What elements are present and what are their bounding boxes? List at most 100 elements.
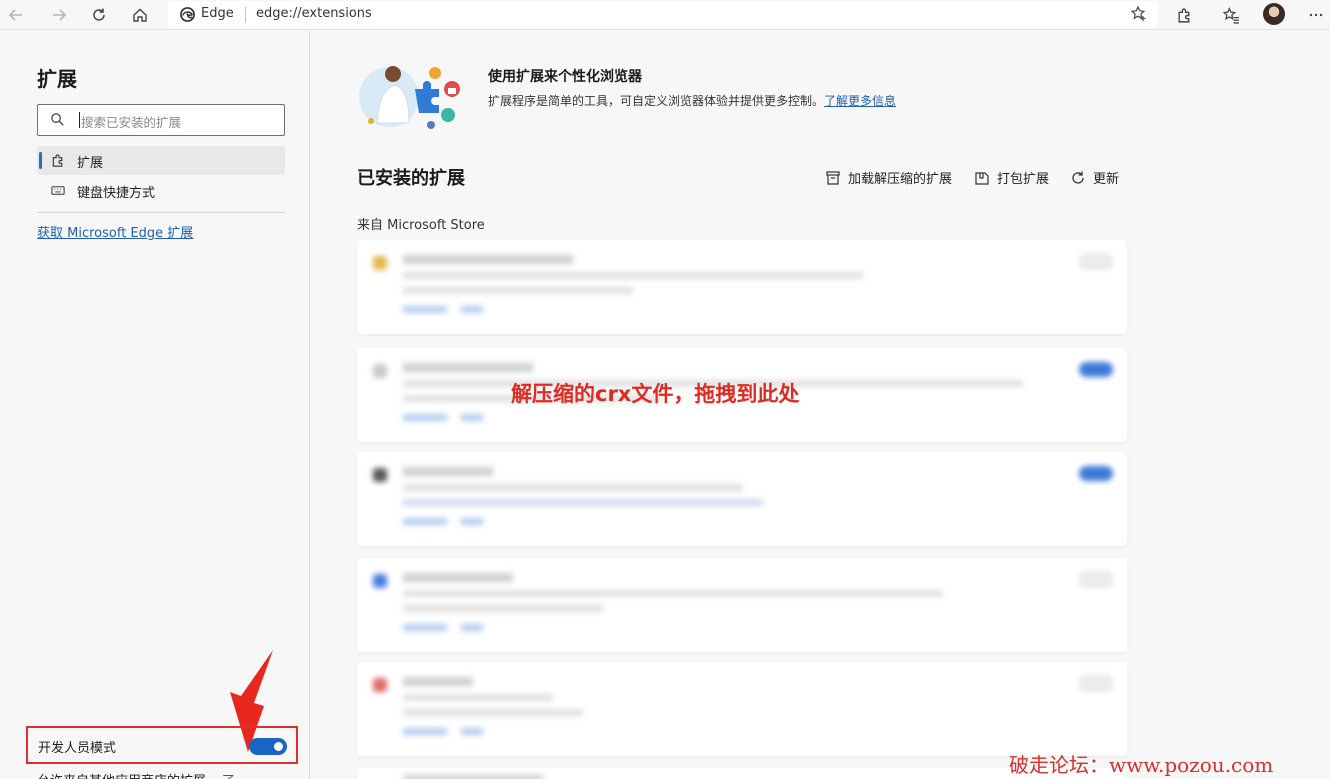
more-menu-button[interactable] bbox=[1304, 3, 1328, 27]
extension-icon bbox=[373, 574, 387, 588]
blurred-name bbox=[403, 573, 513, 582]
home-icon bbox=[133, 8, 147, 22]
search-placeholder: 搜索已安装的扩展 bbox=[81, 115, 182, 130]
blurred-desc bbox=[403, 605, 603, 612]
extension-card bbox=[357, 452, 1127, 546]
allow-other-stores-label: 允许来自其他应用商店的扩展。 bbox=[37, 770, 219, 779]
back-button[interactable] bbox=[4, 3, 28, 27]
main-content: 使用扩展来个性化浏览器 扩展程序是简单的工具，可自定义浏览器体验并提供更多控制。… bbox=[311, 31, 1330, 779]
sidebar-item-label: 键盘快捷方式 bbox=[77, 186, 156, 201]
get-extensions-link[interactable]: 获取 Microsoft Edge 扩展 bbox=[37, 222, 193, 241]
search-icon bbox=[51, 113, 64, 126]
extension-toggle bbox=[1079, 466, 1113, 481]
extension-card bbox=[357, 662, 1127, 756]
home-button[interactable] bbox=[128, 3, 152, 27]
blurred-desc bbox=[403, 272, 863, 279]
extension-icon bbox=[373, 256, 387, 270]
address-url: edge://extensions bbox=[256, 6, 372, 21]
refresh-button[interactable] bbox=[87, 3, 111, 27]
hero-description: 扩展程序是简单的工具，可自定义浏览器体验并提供更多控制。了解更多信息 bbox=[488, 92, 896, 109]
sidebar-item-keyboard-shortcuts[interactable]: 键盘快捷方式 bbox=[37, 176, 285, 205]
sidebar-divider bbox=[37, 212, 285, 213]
toggle-knob bbox=[274, 742, 283, 751]
sidebar-title: 扩展 bbox=[37, 67, 77, 91]
refresh-icon bbox=[1072, 171, 1084, 184]
blurred-name bbox=[403, 363, 533, 372]
blurred-link bbox=[461, 306, 483, 313]
extension-icon bbox=[373, 364, 387, 378]
extensions-illustration-icon bbox=[359, 66, 460, 129]
installed-extensions-title: 已安装的扩展 bbox=[357, 168, 465, 189]
blurred-name bbox=[403, 774, 543, 779]
add-favorite-icon[interactable] bbox=[1130, 5, 1148, 23]
extension-card bbox=[357, 558, 1127, 652]
extension-toggle bbox=[1079, 572, 1113, 587]
blurred-content bbox=[357, 240, 1127, 334]
hero-title: 使用扩展来个性化浏览器 bbox=[488, 69, 642, 85]
extension-card bbox=[357, 240, 1127, 334]
blurred-link bbox=[403, 414, 447, 421]
blurred-link bbox=[403, 728, 447, 735]
favorites-button[interactable] bbox=[1219, 3, 1243, 27]
blurred-name bbox=[403, 255, 573, 264]
blurred-content bbox=[357, 558, 1127, 652]
blurred-link bbox=[461, 518, 483, 525]
blurred-desc bbox=[403, 287, 633, 294]
blurred-link bbox=[403, 518, 447, 525]
extension-toggle bbox=[1079, 676, 1113, 691]
edge-logo-icon bbox=[180, 7, 195, 22]
puzzle-icon bbox=[52, 154, 63, 167]
forward-arrow-icon bbox=[53, 9, 67, 21]
watermark: 破走论坛：www.pozou.com bbox=[1009, 753, 1274, 777]
developer-mode-label: 开发人员模式 bbox=[38, 741, 117, 756]
extension-icon bbox=[373, 678, 387, 692]
blurred-desc bbox=[403, 484, 743, 491]
text-caret bbox=[79, 112, 80, 128]
sidebar-item-label: 扩展 bbox=[77, 156, 104, 171]
blurred-name bbox=[403, 467, 493, 476]
blurred-desc bbox=[403, 709, 583, 716]
source-label: 来自 Microsoft Store bbox=[357, 218, 485, 233]
sidebar-item-extensions[interactable]: 扩展 bbox=[37, 146, 285, 175]
more-dots-icon bbox=[1309, 13, 1323, 17]
blurred-content bbox=[357, 452, 1127, 546]
active-indicator bbox=[39, 152, 42, 169]
blurred-link bbox=[403, 624, 447, 631]
package-icon bbox=[975, 171, 989, 185]
search-input[interactable]: 搜索已安装的扩展 bbox=[37, 104, 285, 136]
profile-avatar[interactable] bbox=[1263, 3, 1285, 25]
load-unpacked-label: 加载解压缩的扩展 bbox=[848, 172, 953, 187]
extension-toggle bbox=[1079, 254, 1113, 269]
update-label: 更新 bbox=[1093, 172, 1120, 187]
blurred-link bbox=[461, 728, 483, 735]
sidebar: 扩展 搜索已安装的扩展 扩展 键盘快捷方式 获取 Microsoft Edge … bbox=[0, 31, 310, 779]
blurred-link bbox=[403, 306, 447, 313]
drop-zone-annotation: 解压缩的crx文件，拖拽到此处 bbox=[511, 382, 800, 406]
blurred-link bbox=[461, 624, 483, 631]
keyboard-icon bbox=[51, 186, 65, 195]
blurred-name bbox=[403, 677, 473, 686]
back-arrow-icon bbox=[8, 9, 22, 21]
forward-button[interactable] bbox=[47, 3, 71, 27]
address-bar[interactable]: Edge edge://extensions bbox=[168, 1, 1158, 28]
extension-toggle bbox=[1079, 362, 1113, 377]
refresh-icon bbox=[93, 8, 105, 21]
blurred-desc bbox=[403, 694, 553, 701]
hero-desc-text: 扩展程序是简单的工具，可自定义浏览器体验并提供更多控制。 bbox=[488, 94, 825, 108]
developer-mode-toggle[interactable] bbox=[249, 738, 287, 755]
blurred-desc bbox=[403, 590, 943, 597]
favorites-icon bbox=[1222, 6, 1239, 24]
load-unpacked-button[interactable]: 加载解压缩的扩展 bbox=[825, 168, 952, 187]
address-brand: Edge bbox=[201, 6, 234, 21]
extensions-toolbar-button[interactable] bbox=[1172, 3, 1196, 27]
update-button[interactable]: 更新 bbox=[1070, 168, 1119, 187]
pack-extension-button[interactable]: 打包扩展 bbox=[974, 168, 1049, 187]
developer-mode-highlight: 开发人员模式 bbox=[26, 726, 298, 764]
address-separator bbox=[245, 7, 246, 23]
allow-other-stores-link[interactable]: 了 bbox=[222, 770, 235, 779]
learn-more-link[interactable]: 了解更多信息 bbox=[824, 94, 896, 108]
extension-icon bbox=[373, 468, 387, 482]
blurred-link bbox=[461, 414, 483, 421]
box-icon bbox=[826, 170, 840, 185]
blurred-content bbox=[357, 662, 1127, 756]
